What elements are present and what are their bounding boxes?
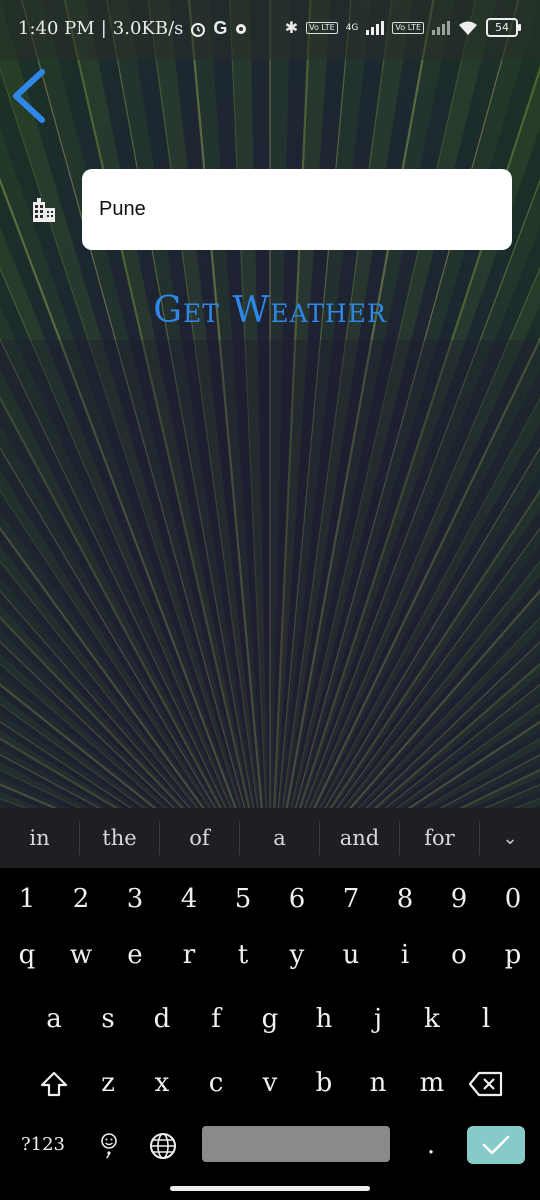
emoji-key[interactable] bbox=[82, 1114, 136, 1176]
emoji-icon bbox=[101, 1133, 117, 1159]
globe-icon bbox=[150, 1133, 176, 1159]
key[interactable]: k bbox=[405, 988, 459, 1050]
suggestion-item[interactable]: of bbox=[160, 821, 240, 855]
key[interactable]: z bbox=[81, 1052, 135, 1114]
space-key[interactable] bbox=[202, 1126, 390, 1162]
key[interactable]: o bbox=[432, 924, 486, 986]
key[interactable]: 8 bbox=[378, 868, 432, 930]
key[interactable]: u bbox=[324, 924, 378, 986]
suggestion-item[interactable]: a bbox=[240, 821, 320, 855]
number-row: 1 2 3 4 5 6 7 8 9 0 bbox=[0, 868, 540, 930]
city-icon bbox=[33, 198, 55, 222]
status-separator: | bbox=[100, 18, 107, 39]
letter-row-a: a s d f g h j k l bbox=[0, 988, 540, 1050]
wifi-icon bbox=[459, 21, 477, 35]
key[interactable]: h bbox=[297, 988, 351, 1050]
background-image bbox=[0, 0, 540, 808]
suggestion-bar: in the of a and for ⌄ bbox=[0, 808, 540, 868]
key[interactable]: g bbox=[243, 988, 297, 1050]
suggestion-item[interactable]: for bbox=[400, 821, 480, 855]
key[interactable]: 7 bbox=[324, 868, 378, 930]
chevron-down-icon[interactable]: ⌄ bbox=[480, 828, 540, 849]
status-left: 1:40 PM | 3.0KB/s G bbox=[18, 18, 249, 39]
key[interactable]: 3 bbox=[108, 868, 162, 930]
status-time: 1:40 PM bbox=[18, 18, 95, 39]
get-weather-button[interactable]: Get Weather bbox=[90, 290, 450, 346]
signal-icon-2 bbox=[432, 20, 450, 35]
check-icon bbox=[482, 1135, 510, 1155]
status-right: ✱ Vo LTE 4G Vo LTE 54 bbox=[284, 18, 521, 37]
key[interactable]: n bbox=[351, 1052, 405, 1114]
key[interactable]: l bbox=[459, 988, 513, 1050]
key[interactable]: i bbox=[378, 924, 432, 986]
battery-icon: 54 bbox=[486, 18, 521, 37]
navigation-handle[interactable] bbox=[170, 1186, 370, 1191]
key[interactable]: 6 bbox=[270, 868, 324, 930]
key[interactable]: q bbox=[0, 924, 54, 986]
key[interactable]: v bbox=[243, 1052, 297, 1114]
volte-icon: Vo LTE bbox=[306, 21, 338, 34]
bluetooth-icon: ✱ bbox=[284, 18, 299, 37]
chevron-left-icon bbox=[13, 69, 45, 123]
letter-row-q: q w e r t y u i o p bbox=[0, 924, 540, 986]
volte-icon-2: Vo LTE bbox=[392, 21, 424, 34]
key[interactable]: 1 bbox=[0, 868, 54, 930]
google-icon: G bbox=[213, 18, 228, 38]
key[interactable]: 2 bbox=[54, 868, 108, 930]
back-button[interactable] bbox=[8, 66, 56, 128]
status-speed: 3.0KB/s bbox=[112, 18, 184, 39]
key[interactable]: w bbox=[54, 924, 108, 986]
key[interactable]: r bbox=[162, 924, 216, 986]
gear-icon bbox=[236, 23, 247, 34]
enter-key[interactable] bbox=[467, 1126, 525, 1164]
keyboard: 1 2 3 4 5 6 7 8 9 0 q w e r t y u i o p … bbox=[0, 868, 540, 1200]
key[interactable]: d bbox=[135, 988, 189, 1050]
network-type: 4G bbox=[345, 22, 359, 33]
backspace-icon bbox=[468, 1071, 503, 1097]
key[interactable]: j bbox=[351, 988, 405, 1050]
key[interactable]: x bbox=[135, 1052, 189, 1114]
backspace-key[interactable] bbox=[459, 1052, 513, 1114]
symbols-key[interactable]: ?123 bbox=[8, 1114, 78, 1176]
key[interactable]: y bbox=[270, 924, 324, 986]
shift-icon bbox=[40, 1071, 68, 1097]
period-key[interactable]: . bbox=[404, 1114, 458, 1176]
key[interactable]: 9 bbox=[432, 868, 486, 930]
letter-row-z: z x c v b n m bbox=[0, 1052, 540, 1114]
key[interactable]: p bbox=[486, 924, 540, 986]
suggestion-item[interactable]: and bbox=[320, 821, 400, 855]
key[interactable]: 0 bbox=[486, 868, 540, 930]
key[interactable]: b bbox=[297, 1052, 351, 1114]
suggestion-item[interactable]: the bbox=[80, 821, 160, 855]
key[interactable]: 4 bbox=[162, 868, 216, 930]
city-input[interactable] bbox=[82, 169, 512, 250]
language-key[interactable] bbox=[136, 1114, 190, 1176]
key[interactable]: f bbox=[189, 988, 243, 1050]
key[interactable]: c bbox=[189, 1052, 243, 1114]
key[interactable]: 5 bbox=[216, 868, 270, 930]
shift-key[interactable] bbox=[27, 1052, 81, 1114]
key[interactable]: m bbox=[405, 1052, 459, 1114]
key[interactable]: e bbox=[108, 924, 162, 986]
status-bar: 1:40 PM | 3.0KB/s G ✱ Vo LTE 4G Vo LTE 5… bbox=[0, 0, 540, 60]
alarm-icon bbox=[191, 22, 206, 37]
key[interactable]: a bbox=[27, 988, 81, 1050]
signal-icon bbox=[366, 20, 385, 35]
suggestion-item[interactable]: in bbox=[0, 821, 80, 855]
key[interactable]: s bbox=[81, 988, 135, 1050]
key[interactable]: t bbox=[216, 924, 270, 986]
